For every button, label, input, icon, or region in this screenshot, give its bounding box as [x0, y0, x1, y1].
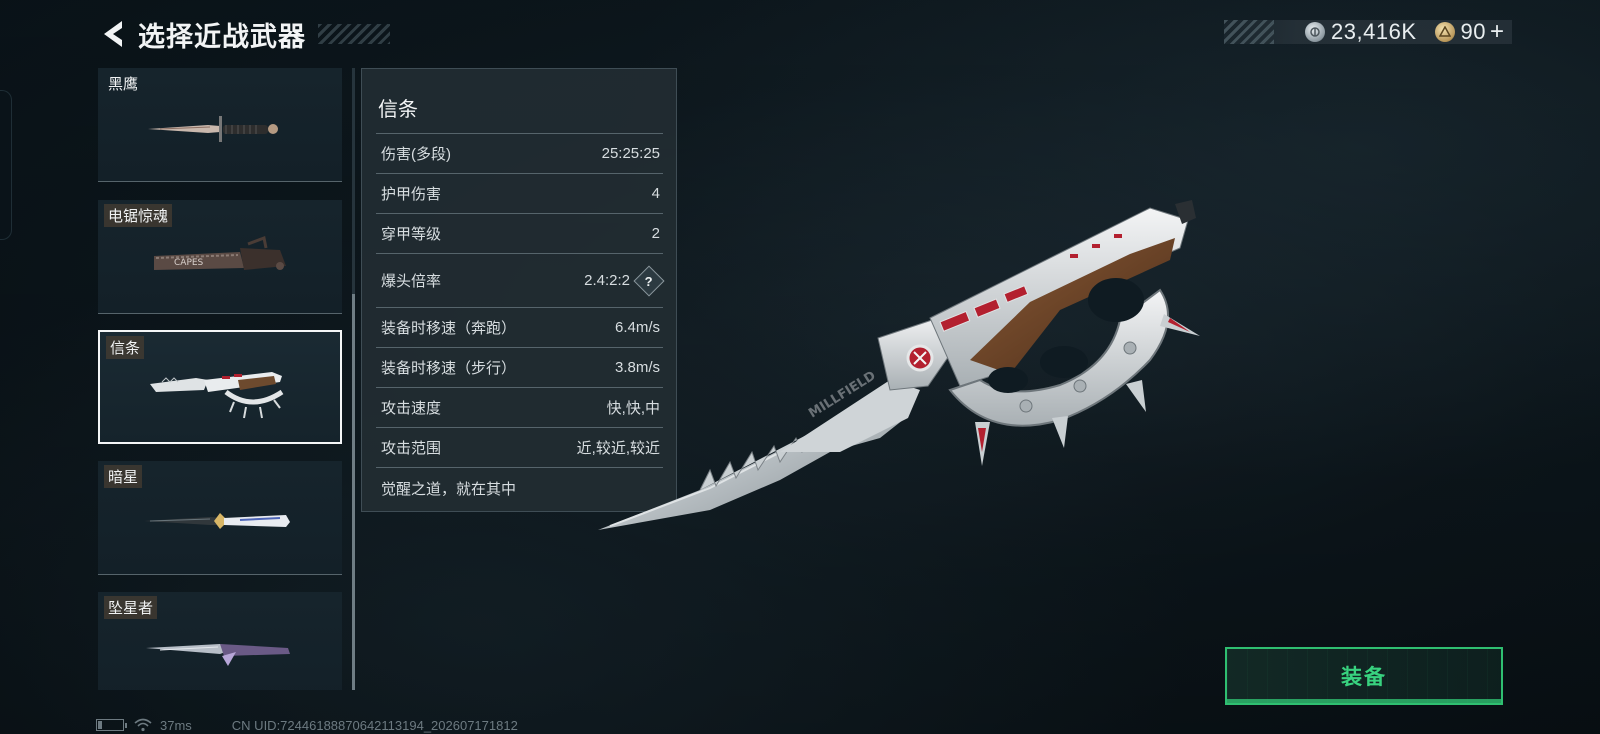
currency-bar: 23,416K 90 + — [1224, 19, 1512, 45]
wifi-icon — [134, 718, 152, 732]
user-uid: CN UID:7244618887064211319​4_20260717181… — [231, 717, 518, 733]
scrollbar-thumb[interactable] — [352, 294, 355, 690]
weapon-list[interactable]: 黑鹰 电锯惊魂 CAPES 信条 暗星 坠星者 — [96, 68, 346, 690]
ping-value: 37ms — [160, 717, 192, 733]
gold-currency[interactable]: 90 + — [1434, 19, 1504, 45]
add-currency-button[interactable]: + — [1490, 20, 1504, 44]
weapon-card-heiying[interactable]: 黑鹰 — [98, 68, 342, 182]
stat-label: 攻击范围 — [381, 440, 442, 457]
page-title: 选择近战武器 — [138, 21, 306, 52]
equip-button-accent — [1227, 699, 1501, 703]
back-button[interactable] — [96, 15, 130, 53]
silver-coin-icon — [1305, 22, 1326, 42]
weapon-name: 坠星者 — [104, 596, 158, 619]
gold-coin-icon — [1434, 22, 1455, 42]
stat-value: 25:25:25 — [601, 145, 660, 162]
weapon-name: 信条 — [106, 336, 145, 359]
weapon-name: 电锯惊魂 — [104, 204, 173, 227]
weapon-preview-image[interactable]: MILLFIELD — [590, 190, 1210, 550]
chainsaw-image: CAPES — [154, 235, 286, 270]
combat-knife-image — [148, 116, 278, 142]
weapon-title: 信条 — [378, 99, 418, 121]
stat-label: 装备时移速（步行） — [381, 360, 517, 377]
page-header: 选择近战武器 — [96, 14, 390, 54]
side-drawer-handle[interactable] — [0, 90, 12, 240]
weapon-card-zhuixingzhe[interactable]: 坠星者 — [98, 592, 342, 690]
title-decoration — [318, 24, 390, 44]
status-bar: 37ms CN UID:7244618887064211319​4_202607… — [96, 717, 518, 733]
weapon-card-chainsaw[interactable]: 电锯惊魂 CAPES — [98, 200, 342, 314]
currency-decoration — [1224, 20, 1274, 44]
silver-currency[interactable]: 23,416K — [1305, 19, 1416, 45]
stat-label: 装备时移速（奔跑） — [381, 320, 517, 337]
equip-button-label: 装备 — [1341, 666, 1387, 689]
stat-label: 护甲伤害 — [381, 186, 442, 203]
weapon-name: 暗星 — [104, 465, 143, 488]
knuckle-knife-image — [150, 372, 284, 419]
stat-row-damage: 伤害(多段) 25:25:25 — [376, 133, 663, 173]
stat-label: 爆头倍率 — [381, 273, 442, 290]
stat-label: 攻击速度 — [381, 400, 442, 417]
battery-icon — [96, 719, 127, 731]
weapon-name: 黑鹰 — [108, 76, 139, 93]
svg-text:CAPES: CAPES — [174, 258, 204, 268]
stat-label: 伤害(多段) — [381, 146, 451, 163]
equip-button[interactable]: 装备 — [1225, 647, 1503, 705]
weapon-card-xintiao[interactable]: 信条 — [98, 330, 342, 444]
chevron-left-icon — [104, 21, 122, 47]
silver-amount: 23,416K — [1331, 19, 1417, 44]
stat-label: 穿甲等级 — [381, 226, 442, 243]
star-breaker-knife-image — [146, 644, 290, 666]
gold-amount: 90 — [1460, 19, 1486, 44]
dark-star-knife-image — [144, 513, 290, 529]
weapon-card-anxing[interactable]: 暗星 — [98, 461, 342, 575]
